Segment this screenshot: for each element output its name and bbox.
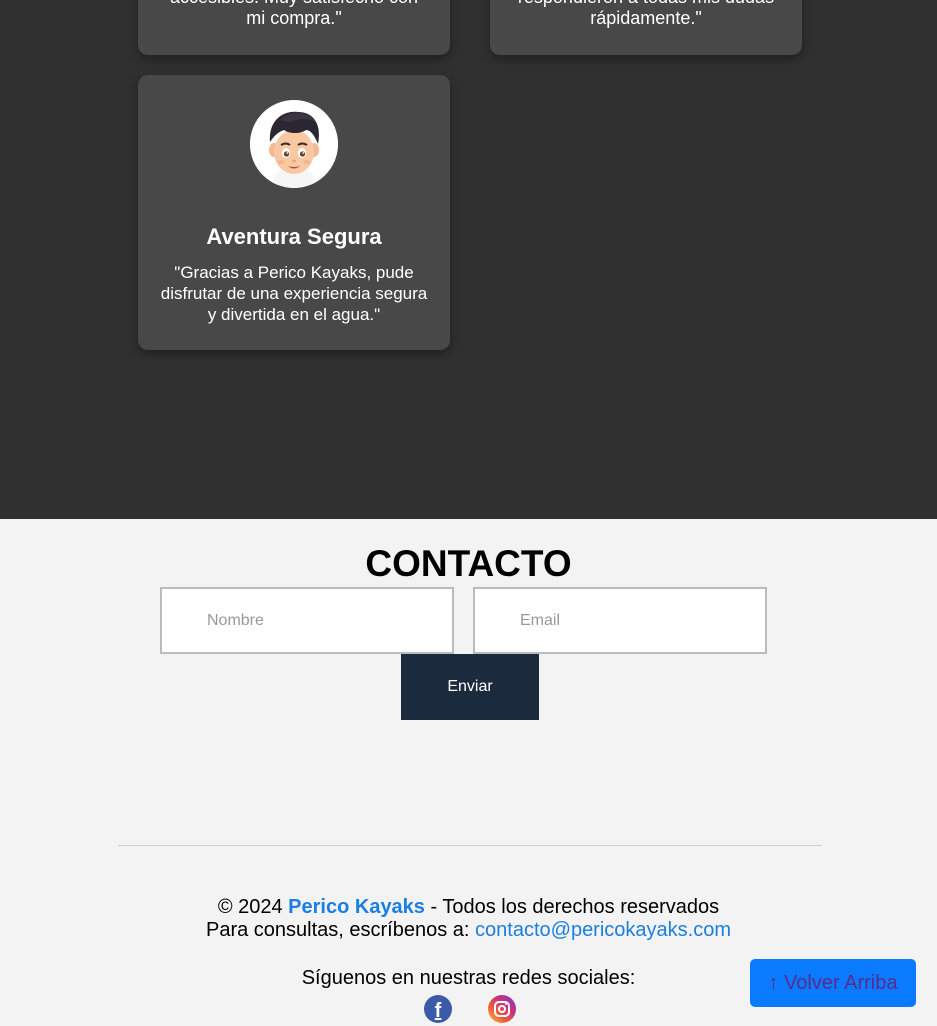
back-to-top-button[interactable]: ↑ Volver Arriba <box>750 959 916 1007</box>
avatar <box>250 100 338 188</box>
testimonial-card: respondieron a todas mis dudas rápidamen… <box>490 0 802 55</box>
testimonial-card: accesibles. Muy satisfecho con mi compra… <box>138 0 450 55</box>
name-input[interactable] <box>160 587 454 654</box>
testimonial-text: respondieron a todas mis dudas rápidamen… <box>518 0 774 28</box>
footer-divider <box>118 845 822 846</box>
copyright-prefix: © 2024 <box>217 896 283 918</box>
testimonials-section: accesibles. Muy satisfecho con mi compra… <box>0 0 937 519</box>
instagram-icon[interactable] <box>488 995 516 1023</box>
send-button[interactable]: Enviar <box>401 654 539 720</box>
cartoon-boy-avatar-icon <box>250 100 338 188</box>
email-input[interactable] <box>473 587 767 654</box>
brand-name: Perico Kayaks <box>288 896 425 918</box>
testimonial-card: Aventura Segura "Gracias a Perico Kayaks… <box>138 75 450 350</box>
contact-line: Para consultas, escríbenos a: contacto@p… <box>0 919 937 942</box>
copyright-line: © 2024 Perico Kayaks - Todos los derecho… <box>0 896 937 919</box>
testimonial-text: "Gracias a Perico Kayaks, pude disfrutar… <box>160 263 428 324</box>
testimonial-title: Aventura Segura <box>206 224 382 249</box>
rights-text: - Todos los derechos reservados <box>430 896 720 918</box>
facebook-icon[interactable]: f <box>424 995 452 1023</box>
contact-prefix: Para consultas, escríbenos a: <box>205 919 470 941</box>
testimonial-text: accesibles. Muy satisfecho con mi compra… <box>170 0 418 28</box>
contact-email-link[interactable]: contacto@pericokayaks.com <box>475 919 731 941</box>
contact-title: CONTACTO <box>365 543 572 584</box>
